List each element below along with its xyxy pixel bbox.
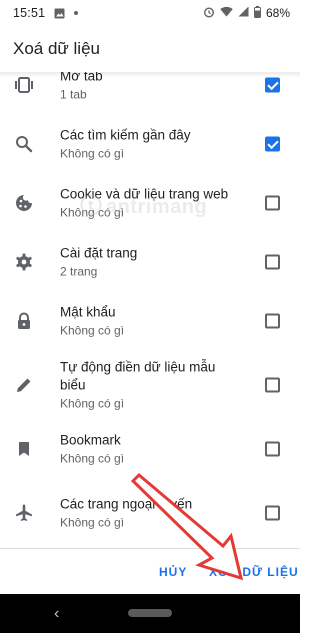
item-label: Cookie và dữ liệu trang web (60, 186, 229, 202)
item-sub: Không có gì (60, 515, 125, 530)
item-sub: 1 tab (60, 87, 87, 102)
list-item-recent-searches[interactable]: Các tìm kiếm gần đây Không có gì (0, 114, 300, 174)
item-label: Cài đặt trang (60, 245, 138, 261)
item-texts: Tự động điền dữ liệu mẫu biểu Không có g… (60, 359, 240, 412)
page-title: Xoá dữ liệu (13, 39, 100, 58)
airplane-icon (14, 503, 34, 523)
checkbox-open-tabs[interactable] (265, 77, 280, 93)
status-right: 68% (203, 5, 290, 21)
back-icon[interactable]: ‹ (54, 605, 59, 623)
list-top-shadow (0, 72, 300, 78)
item-texts: Bookmark Không có gì (60, 432, 255, 467)
clear-data-button[interactable]: XOÁ DỮ LIỆU (209, 549, 299, 595)
checkbox-autofill[interactable] (265, 377, 280, 393)
checkbox-bookmarks[interactable] (265, 441, 280, 457)
list-item-open-tabs[interactable]: Mở tab 1 tab (0, 72, 300, 115)
item-label: Các tìm kiếm gần đây (60, 127, 191, 143)
item-texts: Mật khẩu Không có gì (60, 304, 255, 339)
checkbox-recent-searches[interactable] (265, 136, 280, 152)
list-item-offline-pages[interactable]: Các trang ngoại tuyến Không có gì (0, 483, 300, 543)
item-texts: Cookie và dữ liệu trang web Không có gì (60, 186, 255, 221)
app-bar: Xoá dữ liệu (0, 26, 300, 72)
search-icon (14, 134, 34, 154)
item-sub: 2 trang (60, 264, 98, 279)
battery-icon (253, 5, 261, 21)
battery-text: 68% (265, 6, 290, 20)
item-label: Các trang ngoại tuyến (60, 496, 193, 512)
item-label: Bookmark (60, 432, 121, 448)
list-item-cookies[interactable]: Cookie và dữ liệu trang web Không có gì (0, 173, 300, 233)
signal-icon (238, 6, 249, 20)
image-notification-icon (54, 8, 65, 19)
dialog-footer: HỦY XOÁ DỮ LIỆU (0, 548, 300, 594)
item-label: Mật khẩu (60, 304, 116, 320)
status-time: 15:51 (13, 6, 46, 20)
gear-icon (14, 252, 34, 272)
list-item-site-settings[interactable]: Cài đặt trang 2 trang (0, 232, 300, 292)
item-sub: Không có gì (60, 451, 125, 466)
tabs-icon (14, 75, 34, 95)
checkbox-site-settings[interactable] (265, 254, 280, 270)
status-bar: 15:51 68% (0, 0, 300, 26)
checkbox-cookies[interactable] (265, 195, 280, 211)
cancel-button[interactable]: HỦY (159, 549, 187, 595)
item-sub: Không có gì (60, 205, 125, 220)
cookie-icon (14, 193, 34, 213)
clear-data-list: Mở tab 1 tab Các tìm kiếm gần đây Không … (0, 72, 300, 548)
list-item-passwords[interactable]: Mật khẩu Không có gì (0, 291, 300, 351)
item-sub: Không có gì (60, 146, 125, 161)
pencil-icon (14, 375, 34, 395)
checkbox-offline-pages[interactable] (265, 505, 280, 521)
item-sub: Không có gì (60, 396, 125, 411)
list-item-autofill[interactable]: Tự động điền dữ liệu mẫu biểu Không có g… (0, 350, 300, 420)
alarm-icon (203, 6, 215, 21)
item-texts: Các trang ngoại tuyến Không có gì (60, 496, 255, 531)
item-label: Tự động điền dữ liệu mẫu biểu (60, 359, 216, 393)
item-texts: Các tìm kiếm gần đây Không có gì (60, 127, 255, 162)
lock-icon (14, 311, 34, 331)
wifi-icon (220, 6, 233, 20)
checkbox-passwords[interactable] (265, 313, 280, 329)
bookmark-icon (14, 439, 34, 459)
home-pill[interactable] (128, 609, 172, 617)
notification-dot-icon (74, 11, 79, 15)
list-item-bookmarks[interactable]: Bookmark Không có gì (0, 419, 300, 479)
system-nav-bar: ‹ (0, 594, 300, 633)
item-sub: Không có gì (60, 323, 125, 338)
item-texts: Cài đặt trang 2 trang (60, 245, 255, 280)
